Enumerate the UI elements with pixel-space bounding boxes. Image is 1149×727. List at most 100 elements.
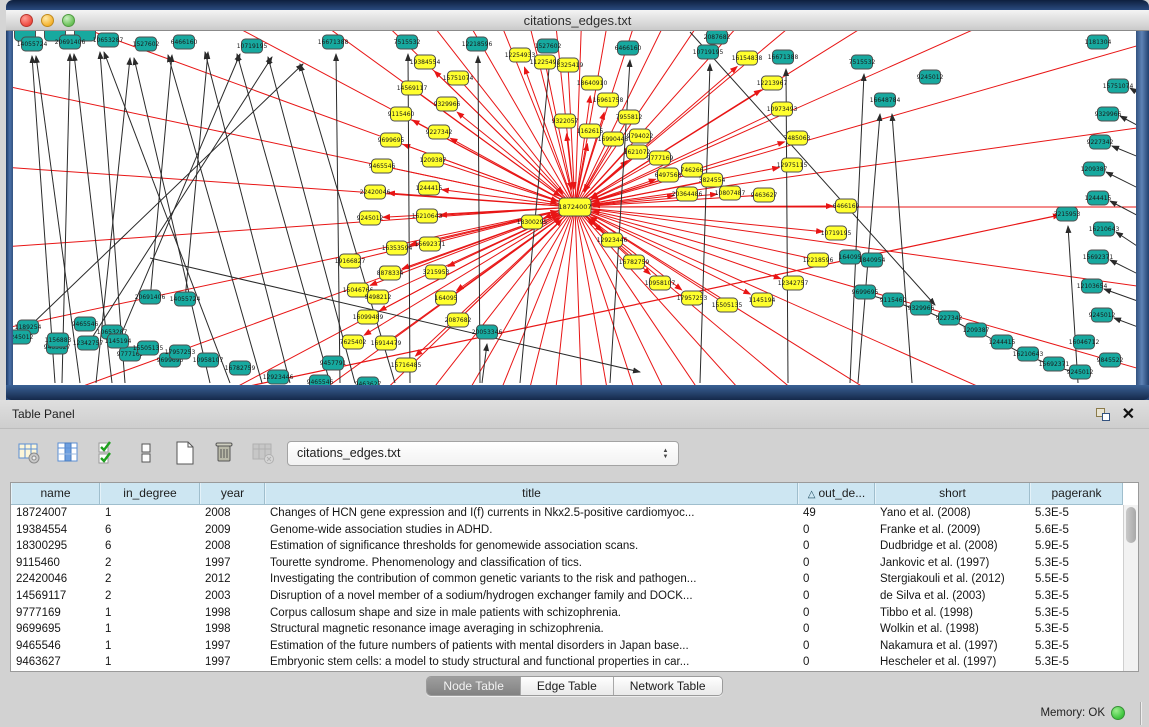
graph-node[interactable]: 1527602: [535, 39, 562, 53]
graph-node[interactable]: 1145194: [749, 293, 776, 307]
graph-node[interactable]: 9699695: [852, 285, 879, 299]
graph-node[interactable]: 2087682: [445, 313, 472, 327]
row-height-icon[interactable]: [131, 437, 161, 469]
graph-node[interactable]: 9498212: [365, 290, 392, 304]
graph-node[interactable]: 3824554: [699, 173, 726, 187]
graph-node[interactable]: 6466160: [615, 41, 642, 55]
graph-node[interactable]: 8878334: [377, 266, 404, 280]
graph-node[interactable]: 12342757: [73, 336, 104, 350]
graph-node[interactable]: 7515532: [394, 35, 421, 49]
show-columns-icon[interactable]: [53, 437, 83, 469]
graph-node[interactable]: 12218596: [803, 253, 834, 267]
graph-node[interactable]: 9465546: [307, 375, 334, 385]
graph-node[interactable]: 22420046: [360, 185, 391, 199]
graph-node[interactable]: 7955812: [616, 110, 643, 124]
graph-node[interactable]: 9329966: [908, 301, 935, 315]
graph-node[interactable]: 9245012: [1067, 365, 1094, 379]
table-row[interactable]: 911546021997Tourette syndrome. Phenomeno…: [11, 555, 1123, 572]
graph-node[interactable]: 12218596: [462, 37, 493, 51]
column-header-short[interactable]: short: [875, 483, 1030, 504]
graph-node[interactable]: 9115460: [388, 107, 415, 121]
column-header-out-de-[interactable]: △out_de...: [798, 483, 875, 504]
delete-column-icon[interactable]: [209, 437, 239, 469]
graph-node[interactable]: 9794022: [627, 129, 654, 143]
graph-node[interactable]: 20053346: [472, 325, 503, 339]
graph-node[interactable]: 9227342: [426, 125, 453, 139]
graph-node[interactable]: 9329966: [434, 97, 461, 111]
graph-node[interactable]: 16782759: [619, 255, 650, 269]
graph-node[interactable]: 9322057: [552, 114, 579, 128]
column-header-title[interactable]: title: [265, 483, 798, 504]
graph-node[interactable]: 16353594: [382, 241, 413, 255]
graph-node[interactable]: 1840954: [859, 253, 886, 267]
graph-node[interactable]: 16046712: [1069, 335, 1100, 349]
column-header-name[interactable]: name: [11, 483, 100, 504]
graph-node[interactable]: 9329966: [1095, 107, 1122, 121]
column-header-in-degree[interactable]: in_degree: [100, 483, 200, 504]
delete-table-icon[interactable]: [248, 437, 278, 469]
graph-node[interactable]: 12213967: [757, 76, 788, 90]
tab-edge-table[interactable]: Edge Table: [521, 677, 614, 695]
graph-node[interactable]: 10653287: [93, 33, 124, 47]
graph-node[interactable]: 7485063: [784, 131, 811, 145]
float-window-icon[interactable]: [1096, 408, 1110, 421]
graph-node[interactable]: 15505135: [712, 298, 743, 312]
graph-node[interactable]: 10958107: [193, 353, 224, 367]
graph-node[interactable]: 7515532: [849, 55, 876, 69]
graph-node[interactable]: 1244415: [1085, 191, 1112, 205]
table-settings-icon[interactable]: [14, 437, 44, 469]
graph-node[interactable]: 16914479: [371, 336, 402, 350]
graph-node[interactable]: 16648784: [870, 93, 901, 107]
graph-node[interactable]: 9465546: [72, 317, 99, 331]
graph-node[interactable]: 1244415: [416, 181, 443, 195]
tab-node-table[interactable]: Node Table: [427, 677, 521, 695]
new-table-icon[interactable]: [170, 437, 200, 469]
column-header-pagerank[interactable]: pagerank: [1030, 483, 1123, 504]
graph-node[interactable]: 7625402: [340, 335, 367, 349]
table-row[interactable]: 1456911722003Disruption of a novel membe…: [11, 588, 1123, 605]
graph-node[interactable]: 16210643: [412, 209, 443, 223]
graph-node[interactable]: 9245012: [1089, 308, 1116, 322]
graph-node[interactable]: 10719195: [821, 226, 852, 240]
graph-node[interactable]: 9245012: [357, 211, 384, 225]
graph-node[interactable]: 3215953: [1054, 207, 1081, 221]
graph-node[interactable]: 9245012: [917, 70, 944, 84]
graph-node[interactable]: 15692371: [1083, 250, 1114, 264]
select-mode-icon[interactable]: [92, 437, 122, 469]
graph-node[interactable]: 16099489: [353, 310, 384, 324]
graph-node[interactable]: 9227342: [936, 311, 963, 325]
table-row[interactable]: 1872400712008Changes of HCN gene express…: [11, 505, 1123, 522]
graph-node[interactable]: 1145194: [105, 334, 132, 348]
table-row[interactable]: 2242004622012Investigating the contribut…: [11, 571, 1123, 588]
graph-node[interactable]: 9463627: [355, 377, 382, 385]
graph-node[interactable]: 9699695: [378, 133, 405, 147]
graph-node[interactable]: 3215953: [423, 265, 450, 279]
graph-node[interactable]: 9245012: [13, 330, 34, 344]
scrollbar-thumb[interactable]: [1126, 507, 1136, 543]
tab-network-table[interactable]: Network Table: [614, 677, 722, 695]
graph-node[interactable]: 9845522: [1097, 353, 1124, 367]
graph-node[interactable]: 12923446: [597, 233, 628, 247]
graph-node[interactable]: 9777169: [647, 151, 674, 165]
column-header-year[interactable]: year: [200, 483, 265, 504]
graph-node[interactable]: 18724007: [558, 198, 591, 216]
graph-node[interactable]: 9227342: [1087, 135, 1114, 149]
graph-node[interactable]: 16210643: [1089, 222, 1120, 236]
table-row[interactable]: 1830029562008Estimation of significance …: [11, 538, 1123, 555]
graph-node[interactable]: 746266: [681, 163, 704, 177]
graph-node[interactable]: 9457791: [320, 356, 347, 370]
graph-node[interactable]: 6497568: [655, 168, 682, 182]
graph-node[interactable]: 9465546: [369, 159, 396, 173]
graph-node[interactable]: 9463627: [751, 188, 778, 202]
graph-node[interactable]: 16671388: [768, 50, 799, 64]
graph-node[interactable]: 16671388: [318, 35, 349, 49]
graph-node[interactable]: 16210643: [1013, 347, 1044, 361]
graph-node[interactable]: 19384554: [410, 55, 441, 69]
network-canvas[interactable]: 1405572420691406106532871527602646616010…: [13, 31, 1136, 385]
graph-node[interactable]: 1209387: [963, 323, 990, 337]
graph-node[interactable]: 15751074: [1103, 79, 1134, 93]
graph-node[interactable]: 164095: [435, 291, 458, 305]
graph-node[interactable]: 6466160: [171, 35, 198, 49]
graph-node[interactable]: 2087682: [704, 31, 731, 44]
table-row[interactable]: 946554611997Estimation of the future num…: [11, 638, 1123, 655]
